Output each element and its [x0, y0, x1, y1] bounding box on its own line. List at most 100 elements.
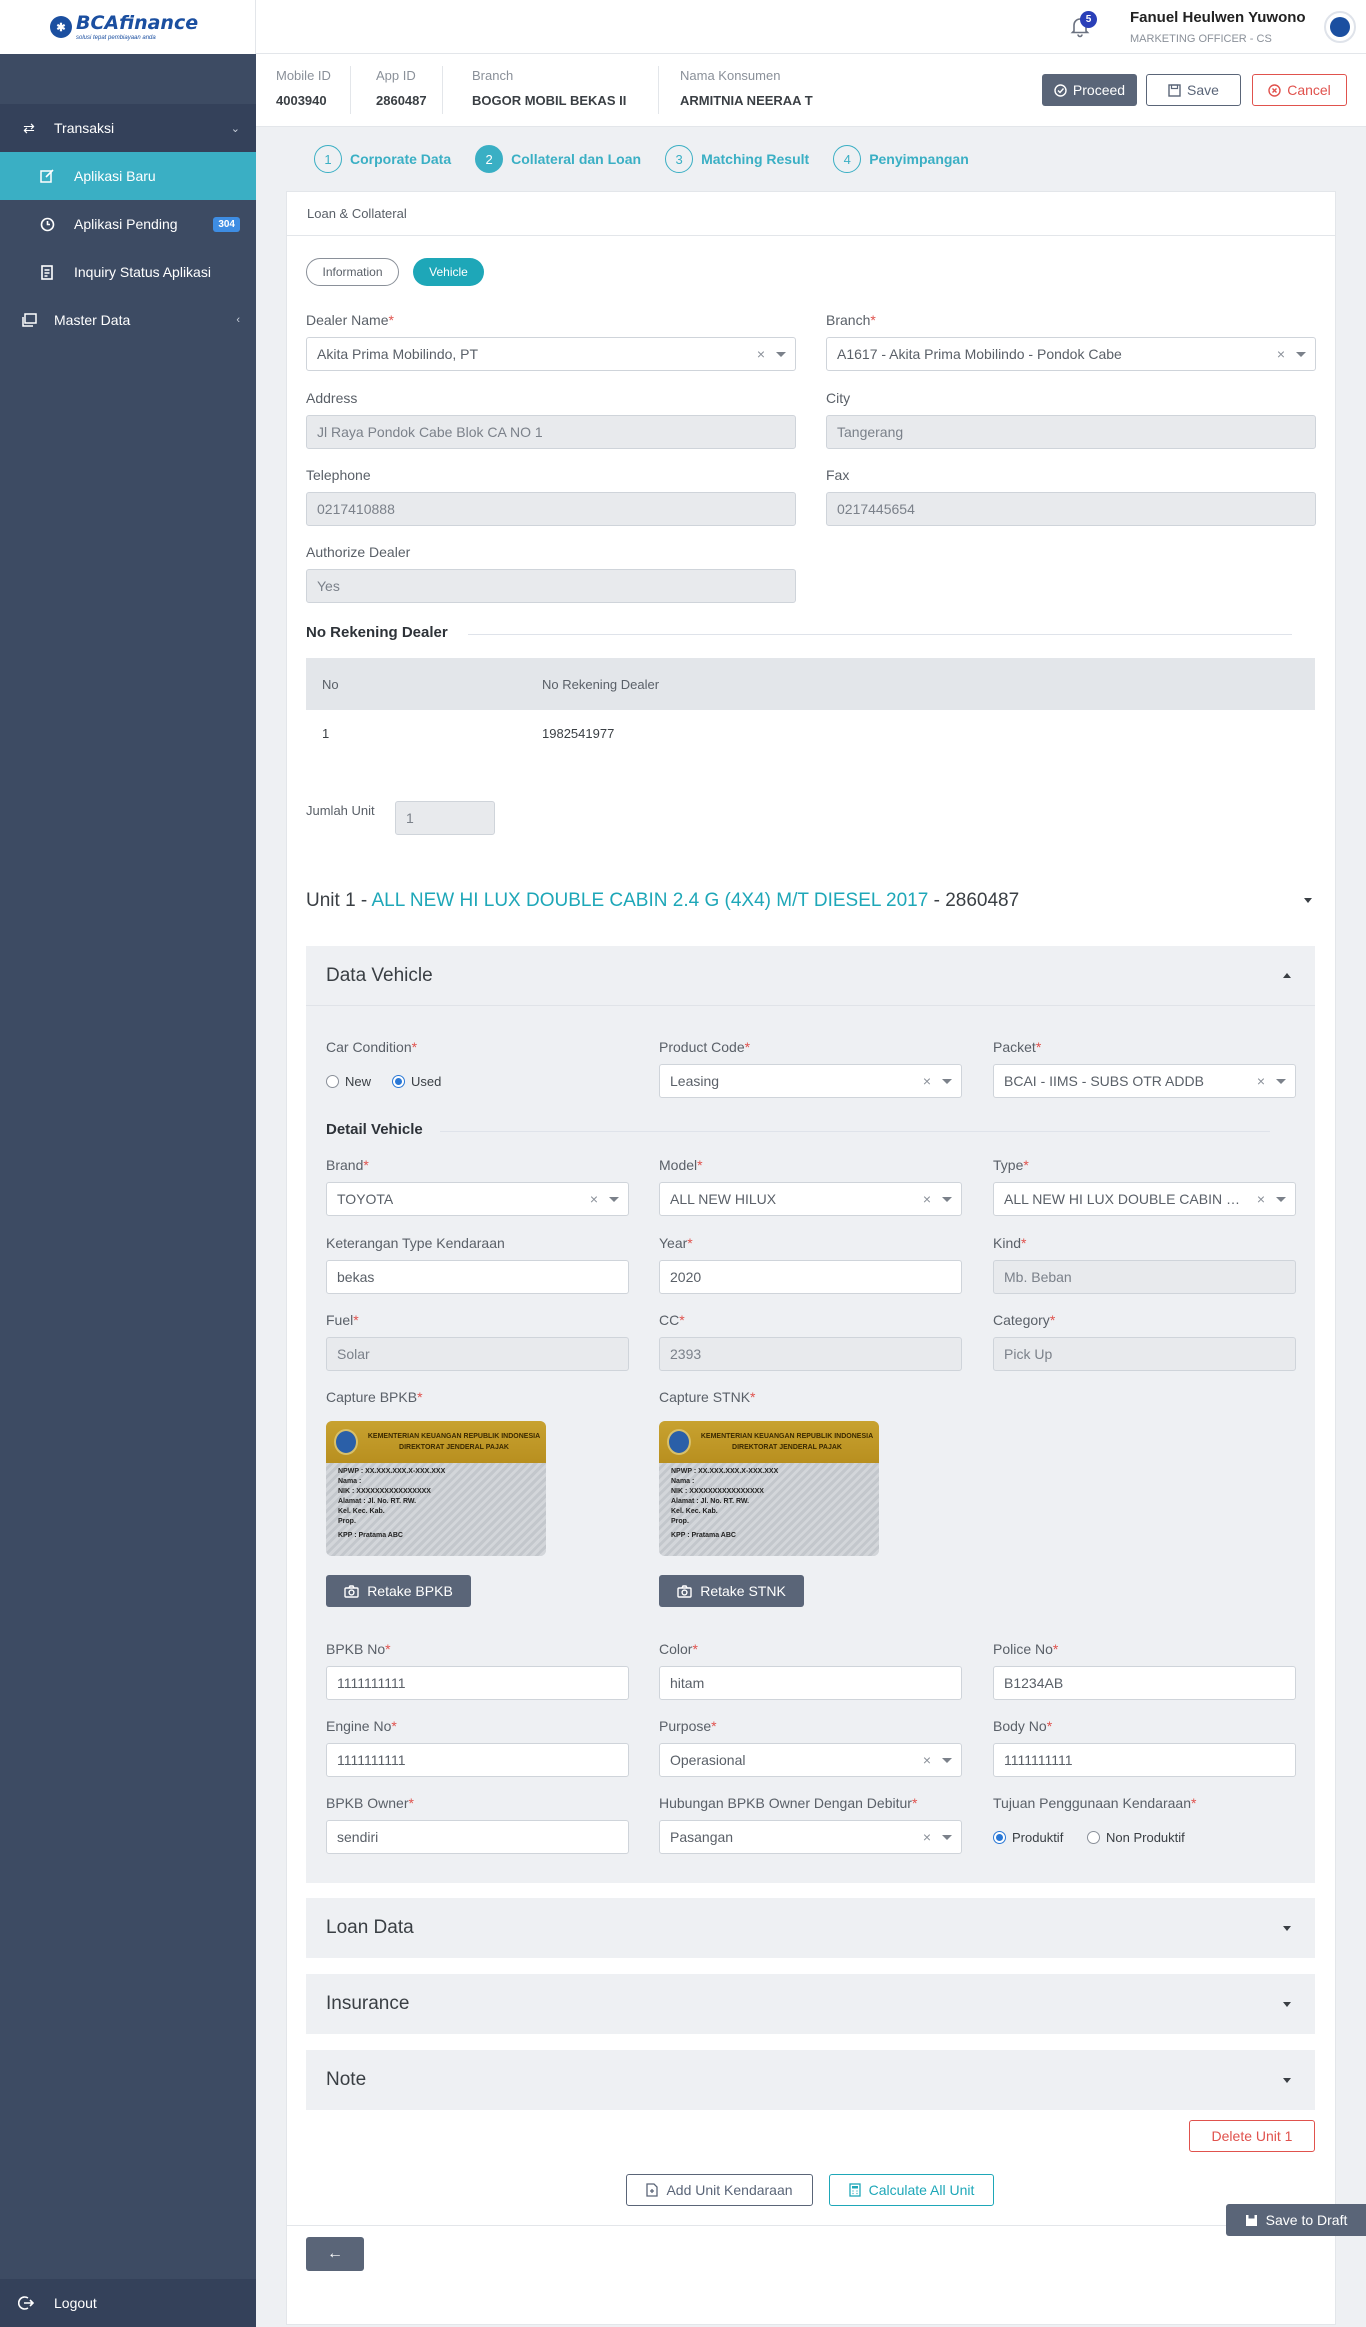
required-mark: * — [391, 1718, 397, 1734]
retake-stnk-button[interactable]: Retake STNK — [659, 1575, 804, 1607]
city-field: Tangerang — [826, 415, 1316, 449]
step-collateral-loan[interactable]: 2 Collateral dan Loan — [475, 145, 641, 173]
required-mark: * — [1052, 1641, 1059, 1657]
insurance-header[interactable]: Insurance — [306, 1974, 1315, 2034]
layers-icon — [20, 311, 38, 329]
pending-count-badge: 304 — [213, 216, 240, 232]
clear-icon[interactable]: × — [923, 1752, 931, 1768]
mobile-id-value: 4003940 — [276, 93, 327, 108]
floppy-icon — [1245, 2214, 1258, 2227]
dealer-branch-label: Branch* — [826, 312, 876, 328]
delete-unit-button[interactable]: Delete Unit 1 — [1189, 2120, 1315, 2152]
card-line: Prop. — [338, 1518, 356, 1525]
divider — [442, 66, 443, 114]
tab-vehicle[interactable]: Vehicle — [413, 258, 484, 286]
clear-icon[interactable]: × — [1277, 346, 1285, 362]
note-header[interactable]: Note — [306, 2050, 1315, 2110]
clear-icon[interactable]: × — [923, 1191, 931, 1207]
label-text: Tujuan Penggunaan Kendaraan — [993, 1795, 1191, 1811]
jumlah-unit-label: Jumlah Unit — [306, 803, 375, 818]
hubungan-select[interactable]: Pasangan × — [659, 1820, 962, 1854]
card-line: NPWP : XX.XXX.XXX.X-XXX.XXX — [671, 1468, 779, 1475]
clear-icon[interactable]: × — [1257, 1073, 1265, 1089]
card-line: KEMENTERIAN KEUANGAN REPUBLIK INDONESIA — [367, 1433, 541, 1440]
back-button[interactable]: ← — [306, 2237, 364, 2271]
sidebar-item-aplikasi-baru[interactable]: Aplikasi Baru — [0, 152, 256, 200]
brand-select[interactable]: TOYOTA × — [326, 1182, 629, 1216]
data-vehicle-header[interactable]: Data Vehicle — [306, 946, 1315, 1006]
keterangan-type-label: Keterangan Type Kendaraan — [326, 1235, 505, 1251]
sidebar-item-aplikasi-pending[interactable]: Aplikasi Pending 304 — [0, 200, 256, 248]
radio-used[interactable]: Used — [392, 1074, 441, 1089]
required-mark: * — [1046, 1718, 1053, 1734]
cancel-button[interactable]: Cancel — [1252, 74, 1347, 106]
model-select[interactable]: ALL NEW HILUX × — [659, 1182, 962, 1216]
sidebar-item-label: Transaksi — [54, 120, 115, 136]
dealer-name-select[interactable]: Akita Prima Mobilindo, PT × — [306, 337, 796, 371]
save-draft-button[interactable]: Save to Draft — [1226, 2204, 1366, 2236]
chevron-down-icon[interactable] — [1304, 898, 1312, 903]
jumlah-unit-field: 1 — [395, 801, 495, 835]
unit-title[interactable]: Unit 1 - ALL NEW HI LUX DOUBLE CABIN 2.4… — [306, 890, 1019, 912]
loan-data-header[interactable]: Loan Data — [306, 1898, 1315, 1958]
brand-logo[interactable]: ✱ BCAfinance solusi tepat pembiayaan and… — [50, 13, 198, 41]
bpkb-no-input[interactable]: 1111111111 — [326, 1666, 629, 1700]
detail-vehicle-title: Detail Vehicle — [326, 1121, 423, 1138]
calculate-all-button[interactable]: Calculate All Unit — [829, 2174, 994, 2206]
save-button[interactable]: Save — [1146, 74, 1241, 106]
clear-icon[interactable]: × — [923, 1073, 931, 1089]
brand-label: Brand* — [326, 1157, 369, 1173]
card-line: Nama : — [338, 1478, 362, 1485]
add-unit-button[interactable]: Add Unit Kendaraan — [626, 2174, 813, 2206]
label-text: Year — [659, 1235, 688, 1251]
purpose-select[interactable]: Operasional × — [659, 1743, 962, 1777]
step-matching-result[interactable]: 3 Matching Result — [665, 145, 809, 173]
mobile-id-label: Mobile ID — [276, 68, 331, 83]
clear-icon[interactable]: × — [590, 1191, 598, 1207]
year-input[interactable]: 2020 — [659, 1260, 962, 1294]
bpkb-photo[interactable]: KEMENTERIAN KEUANGAN REPUBLIK INDONESIA D… — [326, 1421, 546, 1556]
step-label: Penyimpangan — [869, 151, 969, 167]
card-line: NIK : XXXXXXXXXXXXXXXX — [338, 1488, 431, 1495]
unit-app-id: - 2860487 — [928, 890, 1020, 911]
sidebar-item-transaksi[interactable]: ⇄ Transaksi ⌄ — [0, 104, 256, 152]
radio-produktif[interactable]: Produktif — [993, 1830, 1063, 1845]
body-no-input[interactable]: 1111111111 — [993, 1743, 1296, 1777]
color-input[interactable]: hitam — [659, 1666, 962, 1700]
clear-icon[interactable]: × — [1257, 1191, 1265, 1207]
label-text: CC — [659, 1312, 680, 1328]
tujuan-label: Tujuan Penggunaan Kendaraan* — [993, 1795, 1196, 1811]
hubungan-label: Hubungan BPKB Owner Dengan Debitur* — [659, 1795, 917, 1811]
stnk-photo[interactable]: KEMENTERIAN KEUANGAN REPUBLIK INDONESIA D… — [659, 1421, 879, 1556]
retake-bpkb-button[interactable]: Retake BPKB — [326, 1575, 471, 1607]
packet-select[interactable]: BCAI - IIMS - SUBS OTR ADDB × — [993, 1064, 1296, 1098]
engine-no-input[interactable]: 1111111111 — [326, 1743, 629, 1777]
step-penyimpangan[interactable]: 4 Penyimpangan — [833, 145, 969, 173]
type-select[interactable]: ALL NEW HI LUX DOUBLE CABIN 2.4 G (4X4) … — [993, 1182, 1296, 1216]
save-label: Save — [1187, 82, 1219, 98]
label-text: Type — [993, 1157, 1024, 1173]
bpkb-owner-input[interactable]: sendiri — [326, 1820, 629, 1854]
tab-information[interactable]: Information — [306, 258, 399, 286]
sidebar-item-master-data[interactable]: Master Data ‹ — [0, 296, 256, 344]
police-no-input[interactable]: B1234AB — [993, 1666, 1296, 1700]
user-name[interactable]: Fanuel Heulwen Yuwono — [1130, 9, 1306, 26]
card-line: Prop. — [671, 1518, 689, 1525]
keterangan-type-input[interactable]: bekas — [326, 1260, 629, 1294]
clear-icon[interactable]: × — [923, 1829, 931, 1845]
authorize-dealer-label: Authorize Dealer — [306, 544, 411, 560]
step-corporate-data[interactable]: 1 Corporate Data — [314, 145, 451, 173]
required-mark: * — [1023, 1157, 1029, 1173]
sidebar-item-inquiry-status[interactable]: Inquiry Status Aplikasi — [0, 248, 256, 296]
product-code-select[interactable]: Leasing × — [659, 1064, 962, 1098]
radio-non-produktif[interactable]: Non Produktif — [1087, 1830, 1185, 1845]
chevron-down-icon — [1283, 2078, 1291, 2083]
calculator-icon — [848, 2183, 861, 2197]
clear-icon[interactable]: × — [757, 346, 765, 362]
dealer-branch-select[interactable]: A1617 - Akita Prima Mobilindo - Pondok C… — [826, 337, 1316, 371]
proceed-button[interactable]: Proceed — [1042, 74, 1137, 106]
logout-button[interactable]: Logout — [0, 2279, 256, 2327]
radio-new[interactable]: New — [326, 1074, 371, 1089]
avatar[interactable] — [1324, 11, 1356, 43]
fuel-label: Fuel* — [326, 1312, 359, 1328]
